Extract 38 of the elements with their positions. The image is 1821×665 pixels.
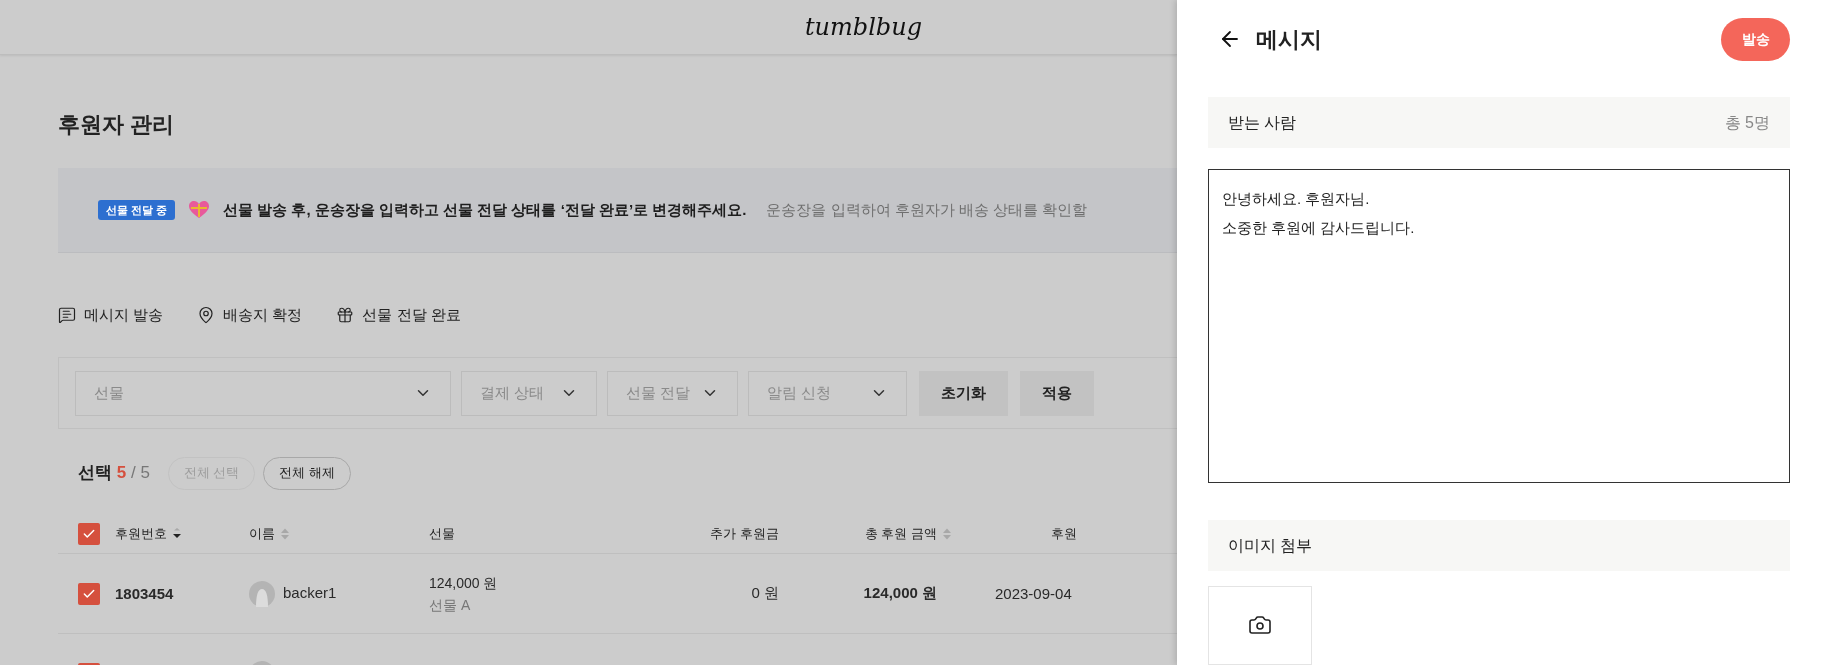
column-header: 후원	[1051, 524, 1077, 543]
image-upload-button[interactable]	[1208, 586, 1312, 665]
filter-button[interactable]: 초기화	[919, 370, 1008, 416]
logo[interactable]: tumblbug	[804, 9, 922, 45]
attachment-label: 이미지 첨부	[1228, 535, 1313, 556]
backing-date: 2023-09-04	[995, 584, 1072, 602]
notice-hint: 운송장을 입력하여 후원자가 배송 상태를 확인할	[766, 199, 1088, 220]
column-header: 선물	[429, 524, 455, 543]
column-header: 이름	[249, 524, 275, 543]
checkbox[interactable]	[78, 582, 100, 605]
action-button[interactable]: 선물 전달 완료	[336, 303, 461, 327]
notice-message: 선물 발송 후, 운송장을 입력하고 선물 전달 상태를 ‘전달 완료’로 변경해주세요.	[223, 199, 747, 220]
total-amount: 124,000 원	[863, 583, 937, 604]
column-header: 후원번호	[115, 524, 167, 543]
recipients-label: 받는 사람	[1228, 112, 1297, 133]
reward-amount: 124,000 원	[429, 573, 499, 593]
backer-number: 1803454	[115, 584, 174, 602]
heart-icon	[189, 201, 210, 219]
backer-name: backer1	[283, 583, 337, 604]
selection-count: 선택 5 / 5	[78, 462, 150, 485]
column-header: 총 후원 금액	[864, 524, 937, 543]
action-button[interactable]: 메시지 발송	[58, 303, 164, 327]
message-icon	[58, 306, 76, 324]
filter-button[interactable]: 적용	[1020, 370, 1094, 416]
column-header: 추가 후원금	[710, 524, 779, 543]
checkbox[interactable]	[78, 522, 100, 545]
avatar-icon	[249, 580, 275, 607]
panel-title: 메시지	[1256, 25, 1322, 54]
gift-icon	[336, 306, 355, 324]
page-title: 후원자 관리	[58, 111, 176, 139]
message-field[interactable]: 안녕하세요. 후원자님. 소중한 후원에 감사드립니다.	[1208, 169, 1790, 484]
extra-amount: 0 원	[751, 583, 779, 604]
status-badge: 선물 전달 중	[98, 199, 176, 221]
map-pin-icon	[197, 306, 216, 324]
recipients-count: 총 5명	[1724, 112, 1770, 133]
sort-descending-icon[interactable]	[173, 527, 181, 540]
action-button[interactable]: 배송지 확정	[197, 303, 303, 327]
reward-name: 선물 A	[429, 595, 472, 615]
